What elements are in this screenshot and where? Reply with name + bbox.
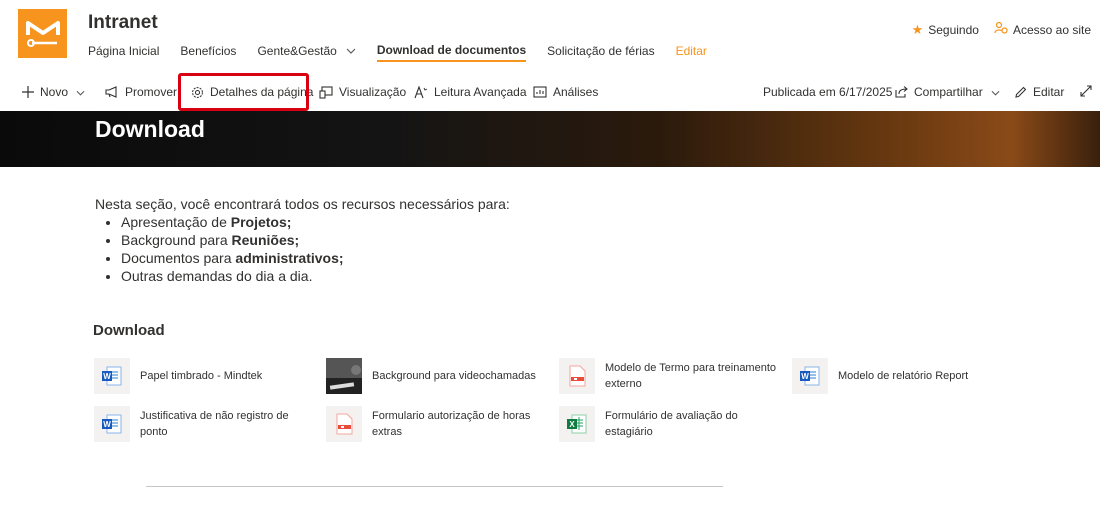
immersive-reader-label: Leitura Avançada bbox=[434, 85, 527, 99]
new-label: Novo bbox=[40, 85, 69, 99]
file-item[interactable]: Background para videochamadas bbox=[326, 358, 546, 394]
image-thumbnail bbox=[326, 358, 362, 394]
expand-button[interactable] bbox=[1080, 74, 1092, 110]
share-icon bbox=[895, 86, 908, 98]
analytics-icon bbox=[533, 86, 547, 98]
published-date: Publicada em 6/17/2025 bbox=[763, 85, 893, 99]
chevron-down-icon bbox=[346, 46, 356, 57]
file-name: Papel timbrado - Mindtek bbox=[140, 370, 263, 382]
word-icon: W bbox=[792, 358, 828, 394]
pencil-icon bbox=[1014, 86, 1027, 99]
analytics-label: Análises bbox=[553, 85, 599, 99]
intro-text-block: Nesta seção, você encontrará todos os re… bbox=[95, 195, 510, 285]
preview-icon bbox=[319, 85, 333, 99]
bullet-text: Background para bbox=[121, 232, 232, 248]
analytics-button[interactable]: Análises bbox=[533, 74, 598, 110]
file-name: Modelo de relatório Report bbox=[838, 370, 969, 382]
file-item[interactable]: W Papel timbrado - Mindtek bbox=[94, 358, 314, 394]
bullet-text: Apresentação de bbox=[121, 214, 231, 230]
highlight-box bbox=[178, 73, 309, 111]
nav-benefits[interactable]: Benefícios bbox=[180, 42, 236, 60]
section-divider bbox=[146, 486, 723, 487]
nav-vacation-request[interactable]: Solicitação de férias bbox=[547, 42, 654, 60]
nav-people-management[interactable]: Gente&Gestão bbox=[257, 42, 356, 60]
site-access-label: Acesso ao site bbox=[1012, 22, 1091, 37]
file-name: Modelo de Termo para treinamento externo bbox=[605, 362, 777, 390]
bullet-bold-text: Projetos; bbox=[230, 214, 292, 230]
file-item[interactable]: Formulario autorização de horas extras bbox=[326, 406, 546, 442]
promote-label: Promover bbox=[125, 85, 178, 99]
file-list: W Papel timbrado - Mindtek Background pa… bbox=[94, 358, 1024, 444]
nav-home[interactable]: Página Inicial bbox=[88, 42, 159, 60]
list-item: Documentos para administrativos; bbox=[121, 249, 510, 267]
file-name: Background para videochamadas bbox=[372, 370, 536, 382]
view-button[interactable]: Visualização bbox=[319, 74, 406, 110]
share-label: Compartilhar bbox=[914, 85, 983, 99]
chevron-down-icon bbox=[76, 85, 85, 99]
view-label: Visualização bbox=[339, 85, 407, 99]
list-item: Apresentação de Projetos; bbox=[121, 213, 510, 231]
share-button[interactable]: Compartilhar bbox=[895, 74, 1000, 110]
svg-text:W: W bbox=[801, 372, 809, 381]
new-button[interactable]: Novo bbox=[22, 74, 85, 110]
svg-text:W: W bbox=[103, 420, 111, 429]
svg-text:W: W bbox=[103, 372, 111, 381]
excel-icon: X bbox=[559, 406, 595, 442]
bullet-text: Outras demandas do dia a dia. bbox=[121, 268, 313, 284]
file-name: Formulario autorização de horas extras bbox=[372, 410, 531, 438]
site-access-button[interactable]: Acesso ao site bbox=[994, 21, 1091, 38]
megaphone-icon bbox=[105, 86, 119, 98]
nav-edit-link[interactable]: Editar bbox=[676, 42, 707, 60]
file-item[interactable]: W Modelo de relatório Report bbox=[792, 358, 1012, 394]
section-title: Download bbox=[93, 322, 165, 339]
list-item: Outras demandas do dia a dia. bbox=[121, 267, 510, 285]
immersive-reader-button[interactable]: Leitura Avançada bbox=[414, 74, 527, 110]
nav-download-documents[interactable]: Download de documentos bbox=[376, 42, 527, 62]
immersive-reader-icon bbox=[414, 85, 428, 99]
nav-people-management-label: Gente&Gestão bbox=[257, 44, 337, 58]
pdf-icon bbox=[326, 406, 362, 442]
promote-button[interactable]: Promover bbox=[105, 74, 177, 110]
word-icon: W bbox=[94, 406, 130, 442]
plus-icon bbox=[22, 86, 34, 98]
command-bar: Novo Promover Detalhes da página Visuali… bbox=[0, 74, 1100, 110]
hero-banner: Download bbox=[0, 111, 1100, 167]
bullet-text: Documentos para bbox=[121, 250, 236, 266]
intro-paragraph: Nesta seção, você encontrará todos os re… bbox=[95, 196, 510, 212]
edit-label: Editar bbox=[1033, 85, 1065, 99]
file-name: Justificativa de não registro de ponto bbox=[140, 410, 289, 438]
word-icon: W bbox=[94, 358, 130, 394]
file-name: Formulário de avaliação do estagiário bbox=[605, 410, 738, 438]
pdf-icon bbox=[559, 358, 595, 394]
header-actions: ★ Seguindo Acesso ao site bbox=[897, 21, 1091, 38]
list-item: Background para Reuniões; bbox=[121, 231, 510, 249]
page-title: Download bbox=[95, 116, 205, 142]
site-logo[interactable] bbox=[18, 9, 67, 58]
chevron-down-icon bbox=[991, 85, 1000, 99]
site-navigation: Página Inicial Benefícios Gente&Gestão D… bbox=[88, 40, 728, 62]
intro-bullet-list: Apresentação de Projetos; Background par… bbox=[121, 213, 510, 285]
people-icon bbox=[994, 21, 1008, 38]
following-button[interactable]: ★ Seguindo bbox=[912, 22, 979, 38]
star-icon: ★ bbox=[911, 21, 924, 37]
file-item[interactable]: X Formulário de avaliação do estagiário bbox=[559, 406, 779, 442]
following-label: Seguindo bbox=[928, 22, 979, 37]
expand-icon bbox=[1080, 84, 1092, 100]
edit-button[interactable]: Editar bbox=[1014, 74, 1064, 110]
site-title[interactable]: Intranet bbox=[88, 12, 158, 34]
bullet-bold-text: administrativos; bbox=[235, 250, 344, 266]
bullet-bold-text: Reuniões; bbox=[231, 232, 300, 248]
file-item[interactable]: W Justificativa de não registro de ponto bbox=[94, 406, 314, 442]
site-header: Intranet Página Inicial Benefícios Gente… bbox=[0, 0, 1100, 72]
svg-text:X: X bbox=[569, 420, 575, 429]
file-item[interactable]: Modelo de Termo para treinamento externo bbox=[559, 358, 779, 394]
